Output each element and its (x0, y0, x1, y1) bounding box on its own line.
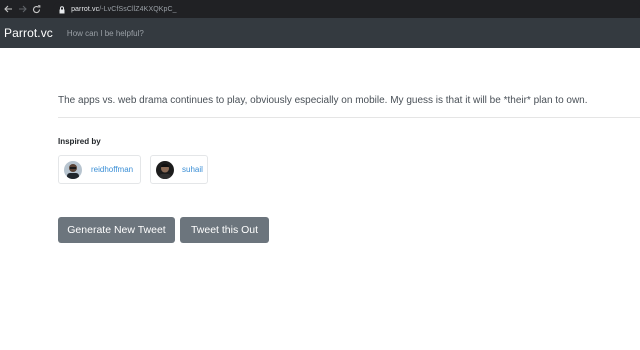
inspired-by-name[interactable]: reidhoffman (91, 165, 133, 174)
help-prompt-link[interactable]: How can I be helpful? (67, 29, 144, 38)
url-text: parrot.vc/-LvCfSsCllZ4KXQKpC_ (71, 6, 177, 13)
inspired-by-card-reidhoffman[interactable]: reidhoffman (58, 155, 141, 184)
generate-new-tweet-button[interactable]: Generate New Tweet (58, 217, 175, 243)
url-path: /-LvCfSsCllZ4KXQKpC_ (99, 5, 177, 13)
lock-icon (59, 4, 67, 14)
avatar (156, 160, 174, 179)
tweet-this-out-button[interactable]: Tweet this Out (180, 217, 269, 243)
browser-toolbar: parrot.vc/-LvCfSsCllZ4KXQKpC_ (0, 0, 640, 18)
address-bar[interactable]: parrot.vc/-LvCfSsCllZ4KXQKpC_ (53, 2, 640, 16)
app-navbar: Parrot.vc How can I be helpful? (0, 18, 640, 48)
inspired-by-heading: Inspired by (58, 137, 101, 146)
reload-icon[interactable] (29, 0, 43, 18)
inspired-by-card-suhail[interactable]: suhail (150, 155, 208, 184)
divider (58, 117, 640, 118)
generated-tweet-text: The apps vs. web drama continues to play… (58, 95, 588, 106)
url-host: parrot.vc (71, 5, 100, 13)
inspired-by-name[interactable]: suhail (182, 165, 203, 174)
back-arrow-icon[interactable] (2, 0, 16, 18)
brand-logo[interactable]: Parrot.vc (4, 26, 53, 40)
forward-arrow-icon[interactable] (16, 0, 30, 18)
avatar (64, 160, 82, 179)
